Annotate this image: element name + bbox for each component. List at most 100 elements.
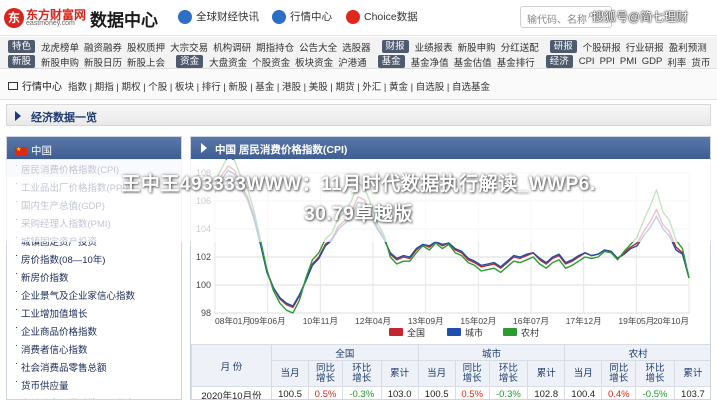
sidebar-item[interactable]: 工业增加值增长: [7, 303, 181, 321]
sub-header: 环比 增长: [488, 360, 529, 387]
cpi-data-table: 月 份 全国 城市 农村 当月 同比 增长 环比 增长 累计 当月 同比 增长 环比 增长累…: [191, 344, 710, 399]
chart-icon: [272, 9, 286, 24]
menu-category[interactable]: 资金: [176, 55, 204, 68]
feature-menu: 特色 龙虎榜单 融资融券 股权质押 大宗交易 机构调研 期指持仓 公告大全 选股…: [0, 37, 717, 69]
cell-national: 100.5: [270, 386, 310, 399]
menu-category[interactable]: 特色: [8, 40, 36, 53]
menu-item[interactable]: GDP: [642, 56, 663, 67]
menu-item[interactable]: 新股日历: [84, 55, 122, 69]
menu-item[interactable]: 基金估值: [454, 55, 492, 69]
x-tick-label: 10年11月: [303, 316, 338, 326]
logo-mark-icon: 东: [4, 8, 24, 28]
menu-item[interactable]: 利率: [667, 55, 686, 69]
menu-item[interactable]: 基金排行: [497, 55, 535, 69]
menu-item[interactable]: 大盘资金: [209, 55, 247, 69]
sub-header: 当月: [417, 360, 456, 387]
sub-header: 当月: [270, 360, 310, 387]
menu-category[interactable]: 财报: [381, 40, 409, 53]
y-tick-label: 102: [196, 252, 211, 262]
menu-item[interactable]: PPI: [600, 56, 615, 67]
cell-rural: 0.4%: [601, 386, 637, 399]
menu-item[interactable]: 新股上会: [127, 55, 165, 69]
y-tick-label: 100: [196, 280, 211, 290]
x-tick-label: 19年05月: [618, 316, 654, 326]
sidebar-item[interactable]: 海关进出口增减情况一览表: [7, 393, 181, 399]
menu-category[interactable]: 基金: [377, 55, 405, 68]
menu-row-1: 特色 龙虎榜单 融资融券 股权质押 大宗交易 机构调研 期指持仓 公告大全 选股…: [8, 39, 712, 54]
menu-item[interactable]: 行业研报: [626, 40, 664, 54]
arrow-right-icon: [201, 143, 207, 153]
menu-item[interactable]: CPI: [579, 56, 595, 67]
market-links[interactable]: 指数 | 期指 | 期权 | 个股 | 板块 | 排行 | 新股 | 基金 | …: [68, 79, 490, 93]
nav-label: Choice数据: [364, 11, 418, 23]
menu-item[interactable]: 机构调研: [213, 40, 251, 54]
panel-head: 中国 居民消费价格指数(CPI): [191, 137, 710, 159]
sidebar-item[interactable]: 企业商品价格指数: [7, 321, 181, 339]
menu-item[interactable]: 公告大全: [299, 40, 337, 54]
menu-item[interactable]: 基金净值: [411, 55, 449, 69]
sidebar-item[interactable]: 企业景气及企业家信心指数: [7, 285, 181, 303]
nav-market-center[interactable]: 行情中心: [272, 9, 332, 24]
cell-rural: 100.4: [564, 386, 603, 399]
x-tick-label: 13年09月: [408, 316, 444, 326]
menu-item[interactable]: 分红送配: [501, 40, 539, 54]
x-tick-label: 12年04月: [355, 316, 391, 326]
cell-national: -0.3%: [341, 386, 382, 399]
sub-header: 累计: [527, 360, 566, 387]
banner-title[interactable]: 王中王493333WWW：11月时代数据执行解读_WWP6. 30.79卓越版: [0, 170, 717, 230]
menu-item[interactable]: 新股申购: [458, 40, 496, 54]
market-center-label[interactable]: 行情中心: [8, 78, 62, 93]
menu-item[interactable]: 盈利预测: [669, 40, 707, 54]
menu-item[interactable]: 股权质押: [127, 40, 165, 54]
sidebar-item[interactable]: 房价指数(08—10年): [7, 249, 181, 267]
cell-urban: -0.3%: [488, 386, 529, 399]
nav-global-news[interactable]: 全球财经快讯: [178, 9, 259, 24]
menu-item[interactable]: 个股资金: [252, 55, 290, 69]
sub-header: 累计: [673, 360, 710, 387]
sidebar-item[interactable]: 社会消费品零售总额: [7, 357, 181, 375]
monitor-icon: [8, 81, 18, 90]
month-header: 月 份: [191, 344, 272, 387]
sidebar-head[interactable]: 中国: [7, 137, 181, 159]
sidebar-item[interactable]: 消费者信心指数: [7, 339, 181, 357]
y-tick-label: 98: [201, 308, 211, 318]
x-tick-label: 09年06月: [250, 316, 286, 326]
sub-header: 同比 增长: [454, 360, 490, 387]
china-flag-icon: [15, 146, 27, 155]
cell-urban: 102.8: [527, 386, 566, 399]
menu-category[interactable]: 经济: [545, 55, 573, 68]
menu-item[interactable]: 沪港通: [338, 55, 367, 69]
sidebar-item[interactable]: 新房价指数: [7, 267, 181, 285]
menu-item[interactable]: 个股研报: [583, 40, 621, 54]
choice-icon: [346, 9, 360, 24]
sub-header: 累计: [380, 360, 419, 387]
section-title: 经济数据一览: [6, 104, 711, 126]
menu-category[interactable]: 研报: [549, 40, 577, 53]
cell-national: 0.5%: [308, 386, 343, 399]
menu-item[interactable]: 新股申购: [41, 55, 79, 69]
menu-item[interactable]: 期指持仓: [256, 40, 294, 54]
logo-subtitle: eastmoney.com: [26, 20, 75, 27]
sidebar-item[interactable]: 货币供应量: [7, 375, 181, 393]
menu-item[interactable]: PMI: [620, 56, 637, 67]
group-header-urban: 城市: [417, 344, 566, 361]
legend-swatch: [447, 328, 461, 336]
menu-item[interactable]: 业绩报表: [415, 40, 453, 54]
nav-choice-data[interactable]: Choice数据: [346, 9, 418, 24]
sub-header: 环比 增长: [341, 360, 382, 387]
sub-header: 环比 增长: [635, 360, 675, 387]
nav-label: 全球财经快讯: [196, 11, 259, 23]
menu-item[interactable]: 大宗交易: [170, 40, 208, 54]
menu-item[interactable]: 龙虎榜单: [41, 40, 79, 54]
menu-item[interactable]: 融资融券: [84, 40, 122, 54]
menu-item[interactable]: 货币: [691, 55, 710, 69]
x-tick-label: 17年12月: [566, 316, 602, 326]
menu-category[interactable]: 新股: [8, 55, 36, 68]
x-tick-label: 20年10月: [653, 316, 689, 326]
banner-line-1: 王中王493333WWW：11月时代数据执行解读_WWP6.: [121, 174, 596, 195]
menu-item[interactable]: 选股器: [342, 40, 371, 54]
globe-icon: [178, 9, 192, 24]
menu-item[interactable]: 板块资金: [295, 55, 333, 69]
site-logo[interactable]: 东 东方财富网 eastmoney.com: [4, 6, 86, 30]
row-month: 2020年10月份: [191, 386, 272, 399]
